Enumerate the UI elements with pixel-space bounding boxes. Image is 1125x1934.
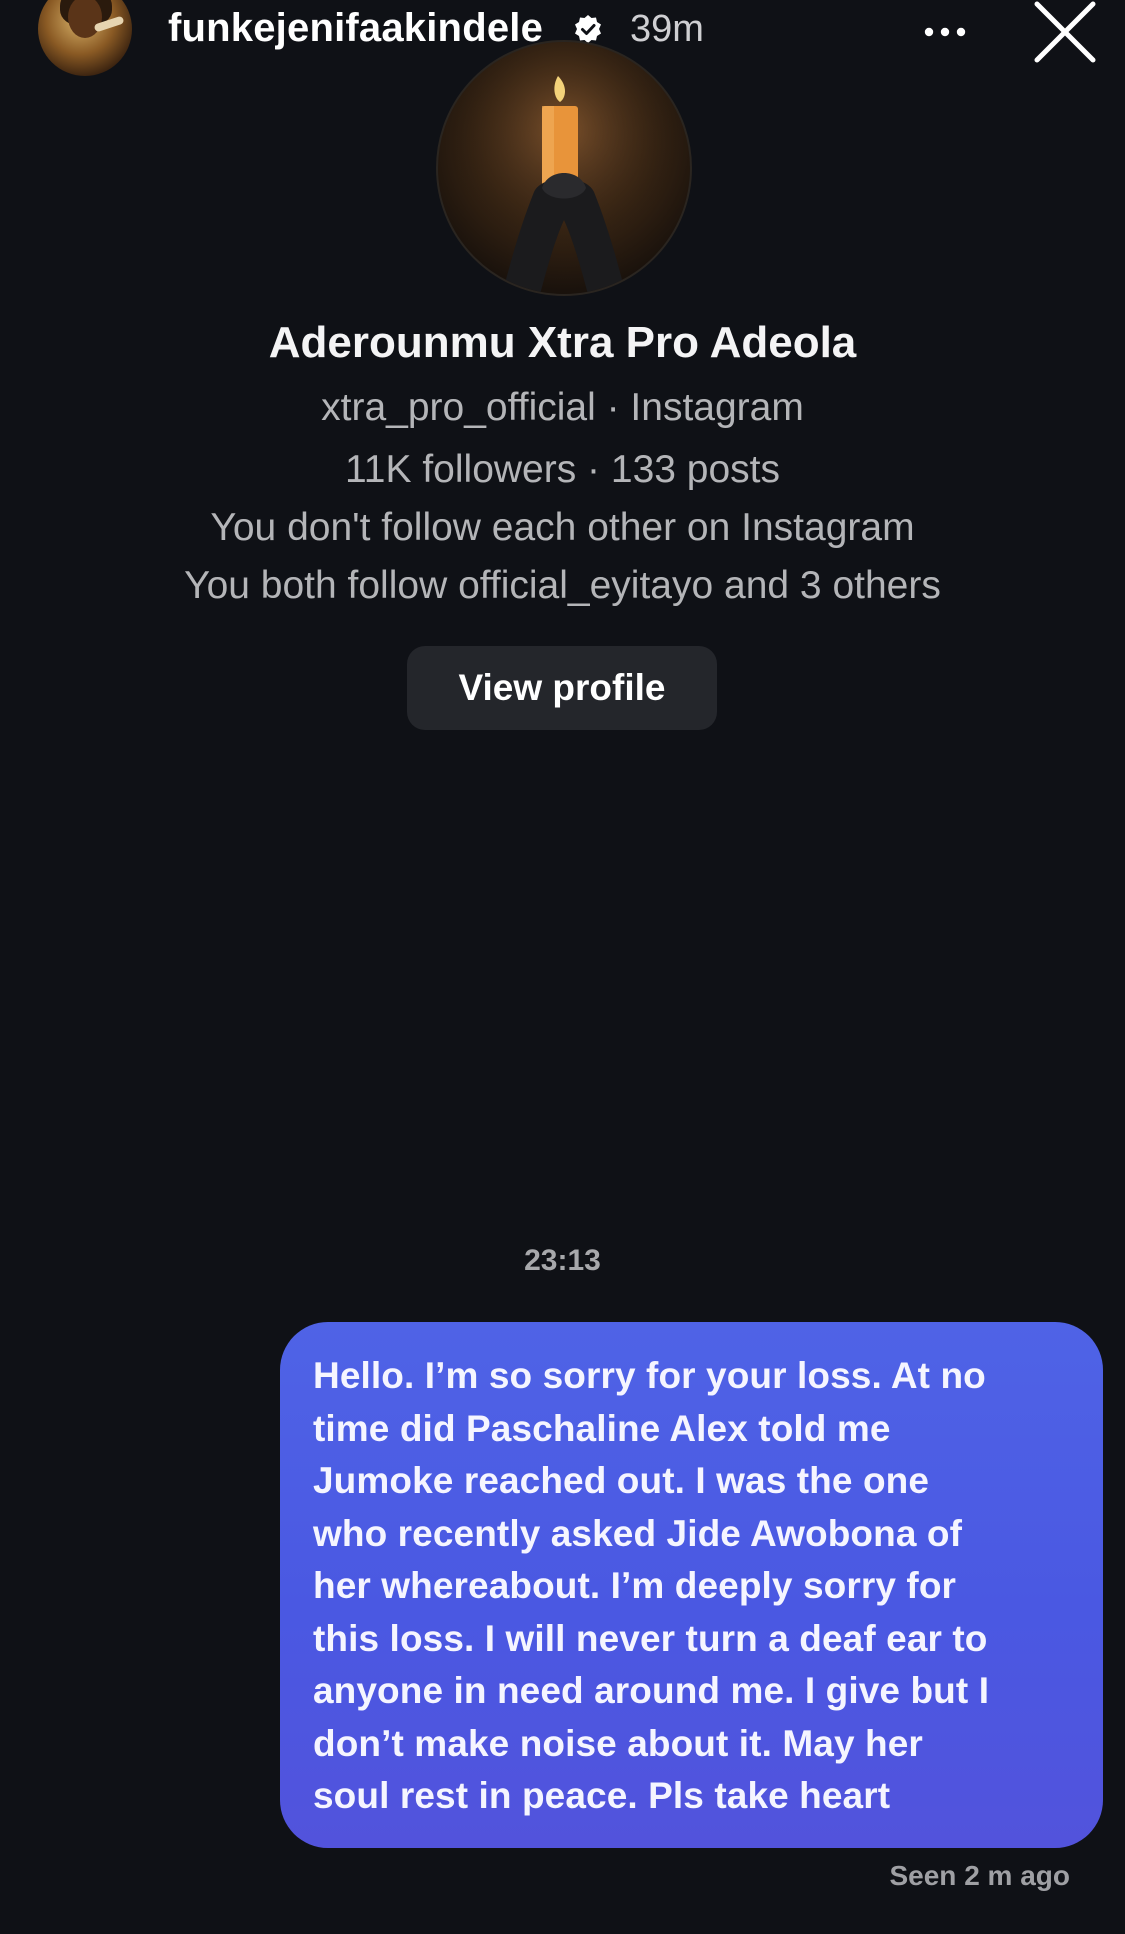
more-options-icon[interactable]: [919, 6, 971, 58]
message-line: who recently asked Jide Awobona of: [313, 1512, 963, 1554]
message-line: Hello. I’m so sorry for your loss. At no: [313, 1355, 986, 1396]
profile-name: Aderounmu Xtra Pro Adeola: [268, 318, 857, 367]
message-line: soul rest in peace. Pls take heart: [313, 1775, 891, 1816]
message-line: this loss. I will never turn a deaf ear …: [313, 1617, 988, 1659]
message-timestamp: 23:13: [524, 1244, 601, 1277]
message-line: anyone in need around me. I give but I: [313, 1670, 990, 1711]
story-author-avatar[interactable]: [38, 0, 132, 76]
seen-status: Seen 2 m ago: [889, 1860, 1070, 1891]
mutual-followers: You both follow official_eyitayo and 3 o…: [184, 564, 941, 607]
candle-ribbon-image: [444, 42, 684, 294]
message-line: time did Paschaline Alex told me: [313, 1407, 891, 1449]
follow-status: You don't follow each other on Instagram: [210, 506, 915, 549]
message-text: Hello. I’m so sorry for your loss. At no…: [313, 1350, 1069, 1823]
view-profile-button[interactable]: View profile: [407, 646, 717, 730]
profile-stats: 11K followers · 133 posts: [345, 448, 780, 491]
message-line: her whereabout. I’m deeply sorry for: [313, 1565, 957, 1606]
message-line: don’t make noise about it. May her: [313, 1722, 923, 1764]
sent-message-bubble[interactable]: Hello. I’m so sorry for your loss. At no…: [280, 1322, 1103, 1848]
verified-badge-icon: [575, 15, 601, 43]
profile-handle: xtra_pro_official · Instagram: [321, 386, 804, 429]
message-line: Jumoke reached out. I was the one: [313, 1460, 930, 1501]
profile-avatar[interactable]: [436, 40, 692, 296]
close-icon[interactable]: [1033, 0, 1097, 64]
avatar-face: [68, 0, 102, 38]
